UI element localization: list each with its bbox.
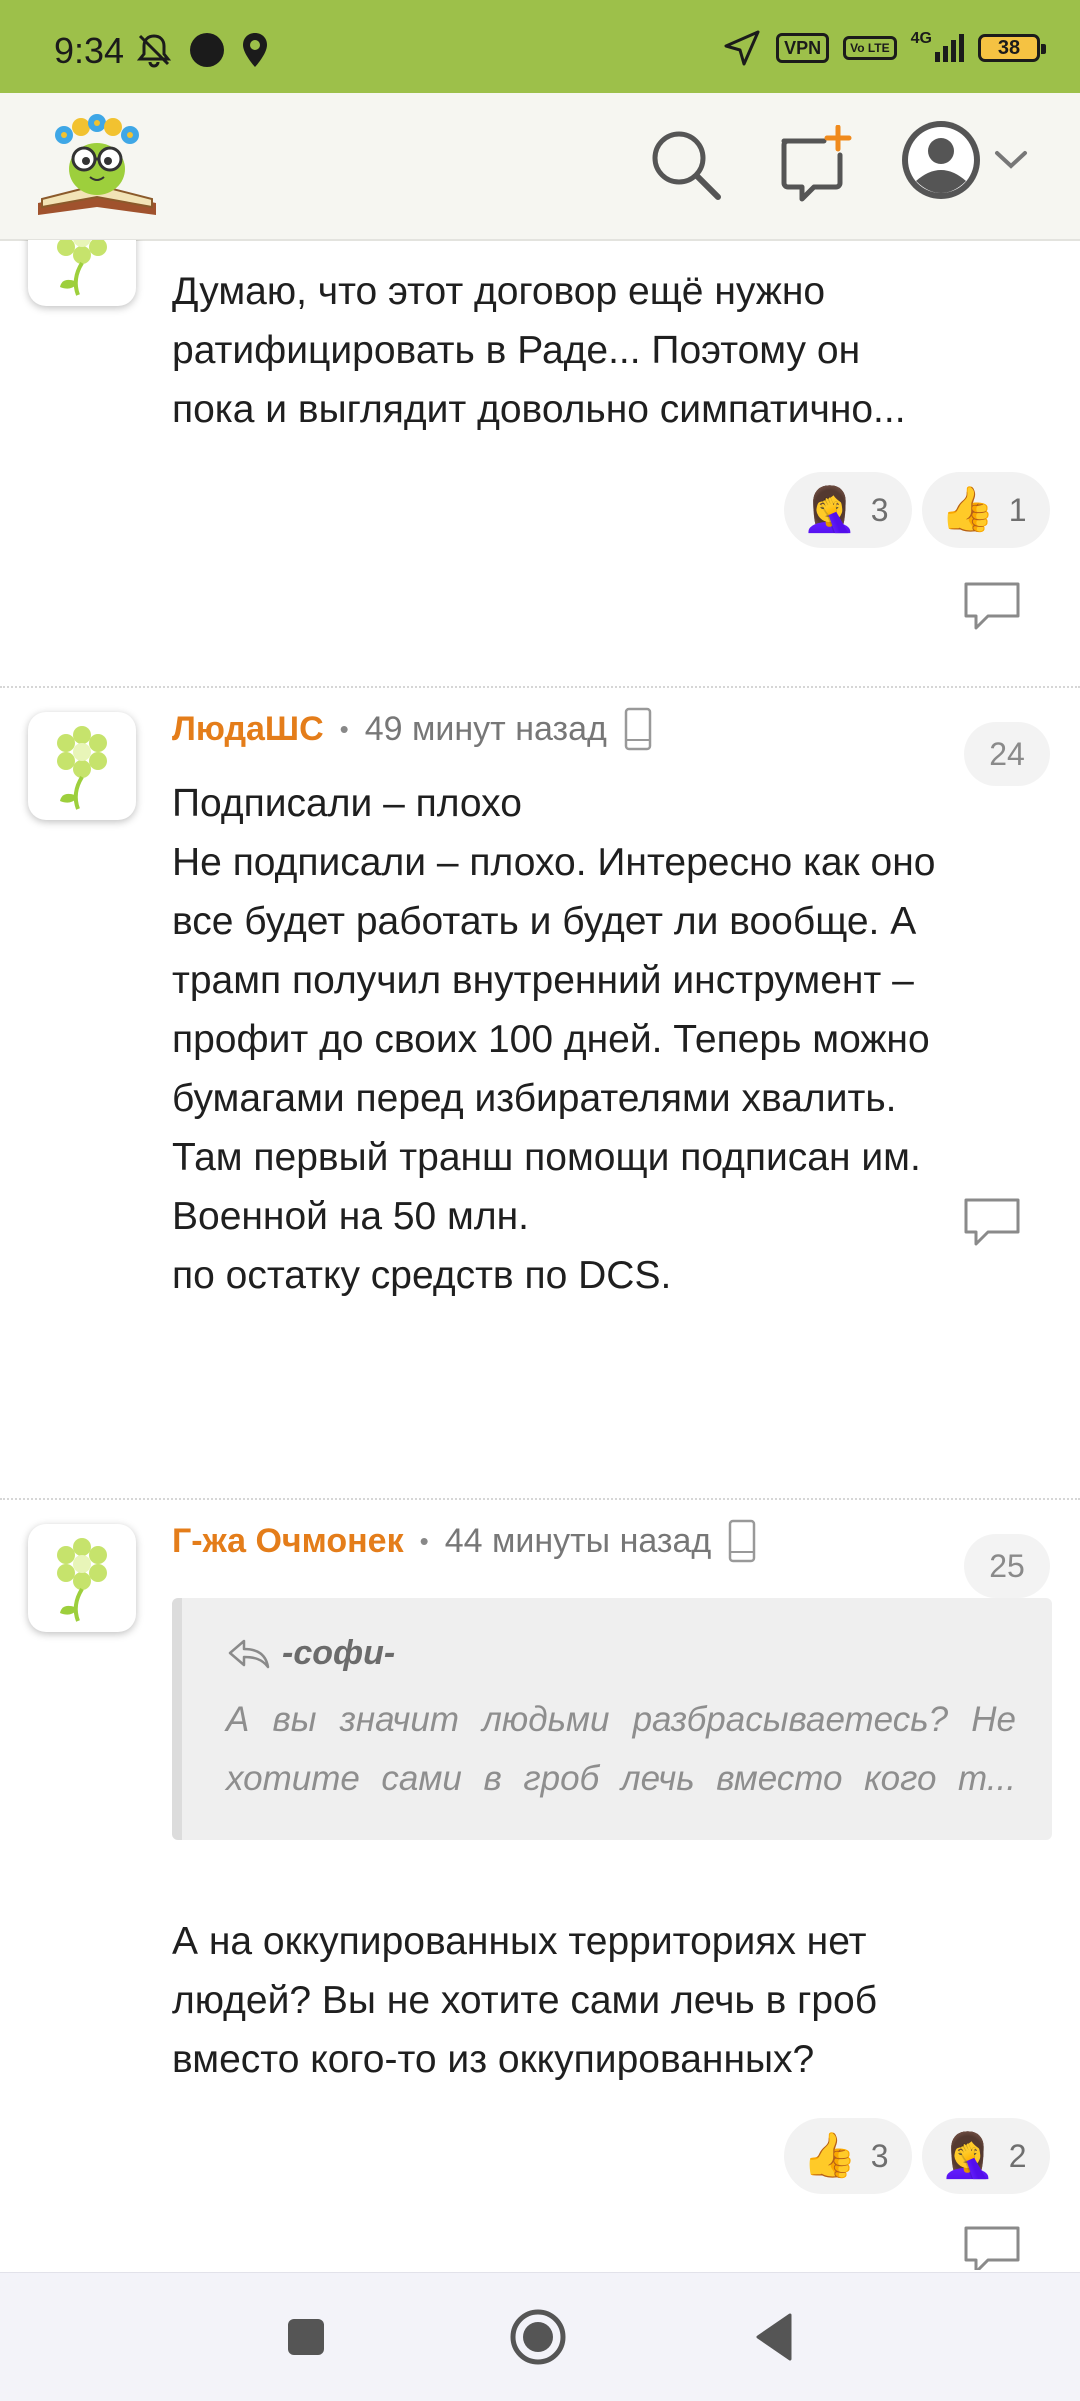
circle-icon <box>190 33 224 67</box>
flower-avatar-icon <box>57 240 107 296</box>
reaction-count: 3 <box>870 491 889 528</box>
quote-author-name: -софи- <box>282 1634 396 1672</box>
chevron-down-icon <box>995 151 1027 169</box>
flower-avatar-icon <box>57 726 107 810</box>
comment-meta: Г-жа Очмонек • 44 минуты назад <box>172 1518 757 1564</box>
comment-time: 49 минут назад <box>364 709 607 748</box>
comment-meta: ЛюдаШС • 49 минут назад <box>172 706 653 752</box>
status-bar: 9:34 VPN Vo LTE 4G 38 <box>0 0 1080 93</box>
status-left-icons <box>134 30 270 70</box>
network-type: 4G <box>910 30 932 47</box>
battery-level: 38 <box>997 36 1021 59</box>
profile-menu-button[interactable] <box>900 119 1028 201</box>
reaction-thumbs-up[interactable]: 👍 3 <box>784 2118 912 2194</box>
reply-icon[interactable] <box>962 1196 1022 1248</box>
comment-author[interactable]: Г-жа Очмонек <box>172 1522 404 1561</box>
recent-apps-icon[interactable] <box>284 2307 328 2367</box>
reaction-count: 1 <box>1008 491 1027 528</box>
mobile-device-icon <box>624 707 652 751</box>
reactions: 🤦‍♀️ 3 👍 1 <box>784 472 1050 548</box>
reply-arrow-icon <box>228 1639 270 1668</box>
reply-icon[interactable] <box>962 2224 1022 2270</box>
quote-text: А вы значит людьми разбрасываетесь? Не х… <box>226 1700 1016 1798</box>
mobile-device-icon <box>728 1519 756 1563</box>
reactions: 👍 3 🤦‍♀️ 2 <box>784 2118 1050 2194</box>
reply-icon[interactable] <box>962 580 1022 632</box>
bell-off-icon <box>136 34 172 68</box>
location-pin-icon <box>243 33 267 67</box>
quoted-comment[interactable]: -софи- А вы значит людьми разбрасываетес… <box>172 1598 1052 1840</box>
navigation-arrow-icon <box>724 30 760 66</box>
reaction-count: 2 <box>1008 2137 1027 2174</box>
separator-dot: • <box>339 713 349 744</box>
reaction-count: 3 <box>870 2137 889 2174</box>
user-avatar-icon <box>902 121 980 199</box>
comment-text: А на оккупированных территориях нет люде… <box>172 1920 878 2081</box>
facepalm-emoji-icon: 🤦‍♀️ <box>802 485 857 534</box>
volte-badge: Vo LTE <box>843 36 897 60</box>
reaction-facepalm[interactable]: 🤦‍♀️ 2 <box>922 2118 1050 2194</box>
reaction-thumbs-up[interactable]: 👍 1 <box>922 472 1050 548</box>
comment-time: 44 минуты назад <box>444 1521 712 1560</box>
vpn-badge: VPN <box>776 33 830 63</box>
signal-icon: 4G <box>911 30 964 62</box>
battery-icon: 38 <box>978 34 1046 62</box>
back-icon[interactable] <box>752 2307 796 2367</box>
new-post-icon[interactable] <box>778 125 854 205</box>
book-owl-logo[interactable] <box>34 111 160 221</box>
facepalm-emoji-icon: 🤦‍♀️ <box>940 2131 995 2180</box>
comment-number[interactable]: 25 <box>964 1534 1050 1598</box>
quote-author: -софи- <box>226 1634 395 1673</box>
status-time: 9:34 <box>54 30 125 71</box>
avatar[interactable] <box>28 240 136 306</box>
avatar[interactable] <box>28 712 136 820</box>
separator-dot: • <box>419 1525 429 1556</box>
app-header <box>0 93 1080 241</box>
flower-avatar-icon <box>57 1538 107 1622</box>
thumbs-up-emoji-icon: 👍 <box>802 2131 857 2180</box>
avatar[interactable] <box>28 1524 136 1632</box>
thumbs-up-emoji-icon: 👍 <box>940 485 995 534</box>
comment-author[interactable]: ЛюдаШС <box>172 710 324 749</box>
status-right-icons: VPN Vo LTE 4G 38 <box>722 28 1046 68</box>
reaction-facepalm[interactable]: 🤦‍♀️ 3 <box>784 472 912 548</box>
system-nav-bar <box>0 2272 1080 2401</box>
search-icon[interactable] <box>646 125 724 203</box>
comment-item: Г-жа Очмонек • 44 минуты назад 25 -софи-… <box>0 1498 1080 2270</box>
comments-list: Думаю, что этот договор ещё нужно ратифи… <box>0 240 1080 2270</box>
home-icon[interactable] <box>508 2307 568 2367</box>
comment-text: Подписали – плохо Не подписали – плохо. … <box>172 782 936 1297</box>
comment-text: Думаю, что этот договор ещё нужно ратифи… <box>172 270 906 431</box>
